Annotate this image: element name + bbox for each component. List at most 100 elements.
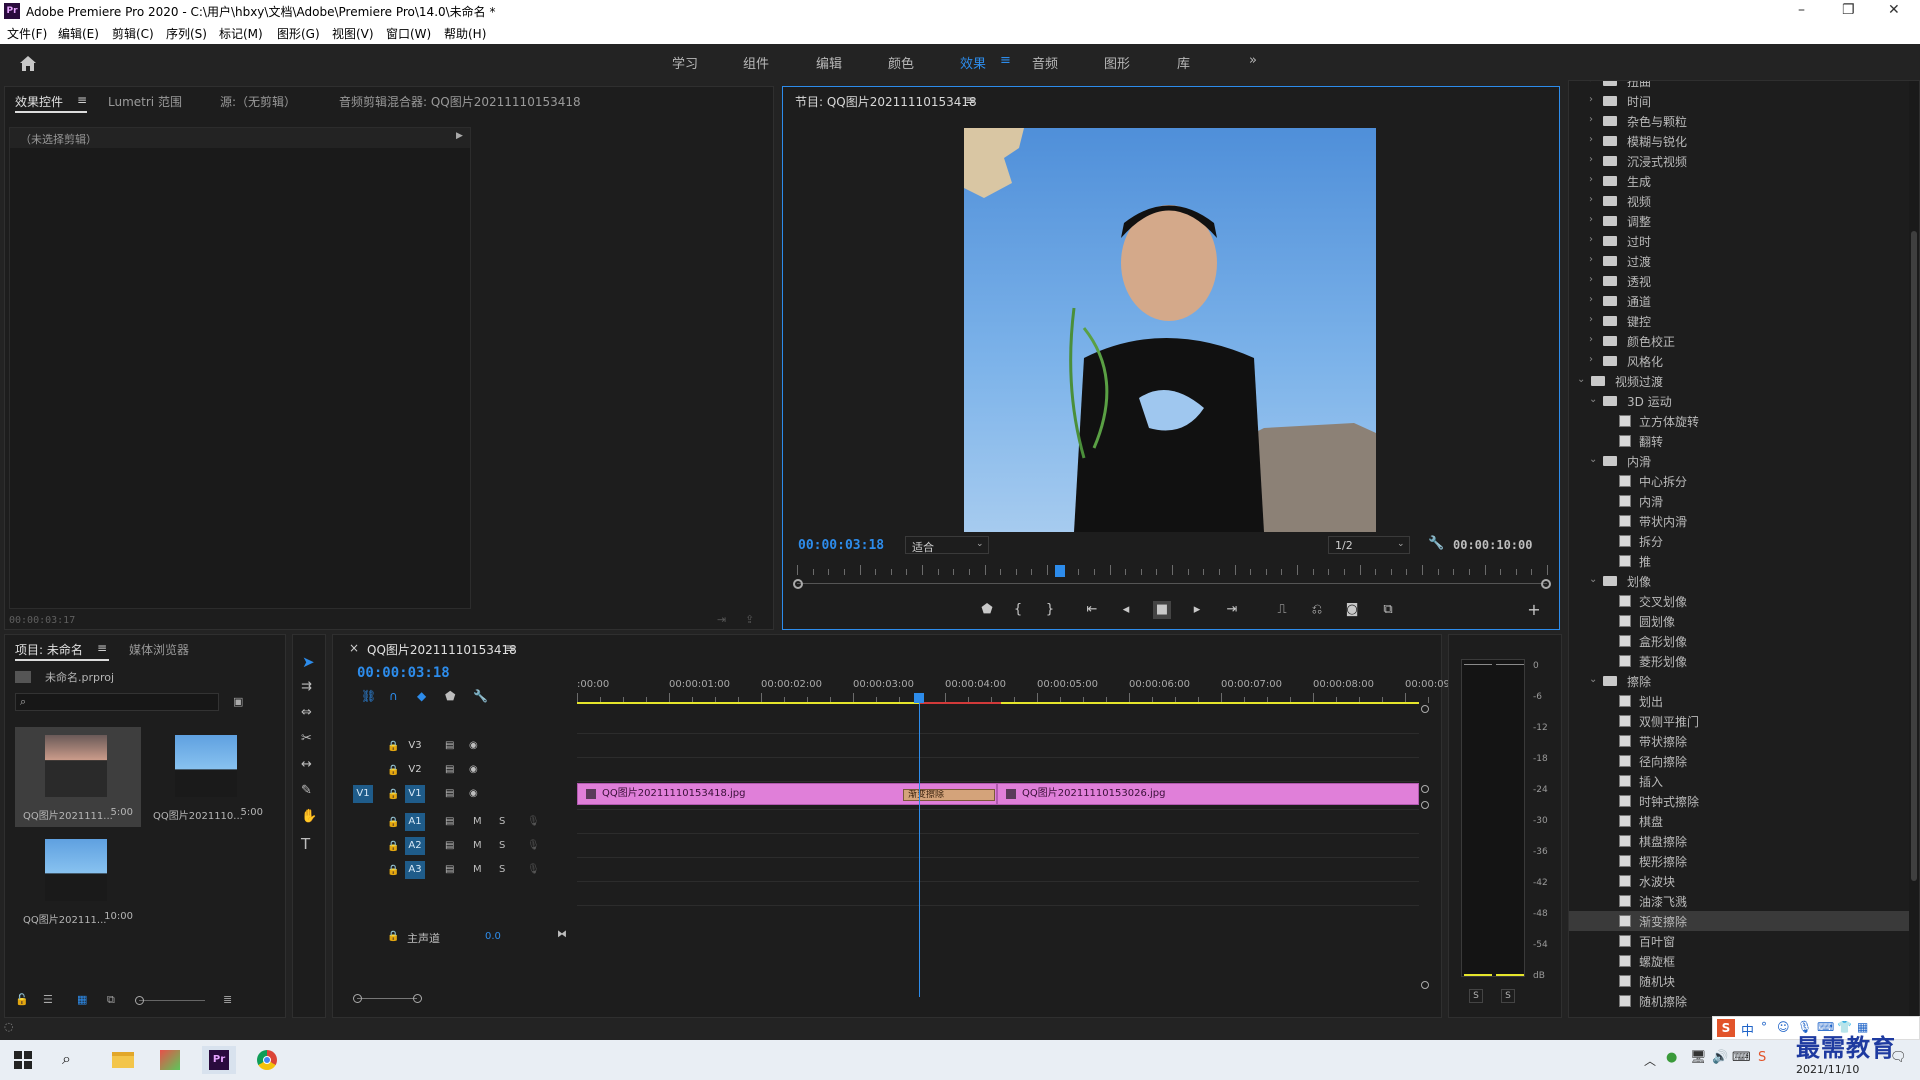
- effects-folder[interactable]: › 颜色校正: [1569, 331, 1909, 351]
- chevron-down-icon[interactable]: ⌄: [1577, 374, 1585, 385]
- effect-item[interactable]: 划出: [1569, 691, 1909, 711]
- effects-folder[interactable]: › 扭曲: [1569, 81, 1909, 91]
- maximize-button[interactable]: ❐: [1842, 2, 1855, 18]
- effect-item[interactable]: 交叉划像: [1569, 591, 1909, 611]
- sequence-menu-icon[interactable]: ≡: [505, 641, 515, 655]
- selection-tool-icon[interactable]: ➤: [302, 653, 315, 671]
- timeline-settings-wrench-icon[interactable]: 🔧: [473, 689, 488, 703]
- menu-clip[interactable]: 剪辑(C): [112, 25, 154, 42]
- effect-item[interactable]: 立方体旋转: [1569, 411, 1909, 431]
- emoji-icon[interactable]: ☺: [1777, 1020, 1790, 1034]
- fit-dropdown[interactable]: 适合 ⌄: [905, 536, 989, 554]
- chevron-right-icon[interactable]: ›: [1589, 254, 1593, 265]
- hand-tool-icon[interactable]: ✋: [301, 809, 317, 824]
- time-ruler[interactable]: :00:00 00:00:01:00 00:00:02:00 00:00:03:00 0…: [577, 675, 1475, 703]
- tab-lumetri-scopes[interactable]: Lumetri 范围: [108, 93, 182, 110]
- mute-button[interactable]: M: [473, 840, 482, 851]
- home-icon[interactable]: [18, 54, 38, 72]
- tray-app-icon[interactable]: ●: [1666, 1050, 1677, 1065]
- eye-icon[interactable]: ◉: [469, 788, 478, 799]
- mute-button[interactable]: M: [473, 864, 482, 875]
- workspace-tab-color[interactable]: 颜色: [888, 53, 914, 72]
- microphone-icon[interactable]: 🎙: [527, 840, 540, 851]
- microphone-icon[interactable]: 🎙: [527, 816, 540, 827]
- track-label-v1[interactable]: V1: [405, 785, 425, 803]
- minimize-button[interactable]: –: [1798, 2, 1805, 18]
- workspace-menu-icon[interactable]: ≡: [1000, 53, 1011, 68]
- search-icon[interactable]: ⌕: [62, 1049, 71, 1069]
- effect-item[interactable]: 随机块: [1569, 971, 1909, 991]
- close-button[interactable]: ✕: [1888, 2, 1900, 18]
- horizontal-zoom-bar[interactable]: [357, 998, 417, 999]
- sync-lock-icon[interactable]: ▤: [445, 816, 454, 827]
- zoom-slider[interactable]: [139, 1000, 205, 1001]
- workspace-tab-learn[interactable]: 学习: [672, 53, 698, 72]
- menu-help[interactable]: 帮助(H): [444, 25, 486, 42]
- master-volume-value[interactable]: 0.0: [485, 931, 501, 942]
- chevron-right-icon[interactable]: ›: [1589, 334, 1593, 345]
- audio-scroll-handle[interactable]: [1421, 801, 1429, 809]
- in-handle[interactable]: [793, 579, 803, 589]
- expand-arrow-icon[interactable]: ▶: [456, 131, 463, 141]
- sync-lock-icon[interactable]: ▤: [445, 840, 454, 851]
- network-icon[interactable]: 🖥: [1690, 1050, 1707, 1065]
- program-playhead[interactable]: [1054, 565, 1065, 577]
- effects-folder[interactable]: › 视频: [1569, 191, 1909, 211]
- effect-item[interactable]: 径向擦除: [1569, 751, 1909, 771]
- program-menu-icon[interactable]: ≡: [965, 93, 975, 107]
- ripple-edit-tool-icon[interactable]: ⇔: [301, 705, 312, 720]
- sequence-tab[interactable]: QQ图片20211110153418: [367, 641, 517, 658]
- effect-item[interactable]: 圆划像: [1569, 611, 1909, 631]
- chevron-right-icon[interactable]: ›: [1589, 274, 1593, 285]
- effects-folder[interactable]: ⌄ 3D 运动: [1569, 391, 1909, 411]
- lock-icon[interactable]: 🔒: [387, 741, 399, 752]
- timeline-playhead-line[interactable]: [919, 697, 921, 997]
- lock-icon[interactable]: 🔒: [387, 817, 399, 828]
- mark-out-icon[interactable]: }: [1041, 601, 1059, 619]
- menu-window[interactable]: 窗口(W): [386, 25, 431, 42]
- effect-item[interactable]: 内滑: [1569, 491, 1909, 511]
- effect-item[interactable]: 菱形划像: [1569, 651, 1909, 671]
- timeline-clip[interactable]: QQ图片20211110153026.jpg: [997, 783, 1419, 805]
- sync-lock-icon[interactable]: ▤: [445, 788, 454, 799]
- effect-item[interactable]: 百叶窗: [1569, 931, 1909, 951]
- chevron-down-icon[interactable]: ⌄: [1589, 674, 1597, 685]
- eye-icon[interactable]: ◉: [469, 740, 478, 751]
- effects-folder[interactable]: › 键控: [1569, 311, 1909, 331]
- sync-lock-icon[interactable]: ▤: [445, 764, 454, 775]
- go-to-out-icon[interactable]: ⇥: [1223, 601, 1241, 619]
- ime-language-label[interactable]: 中: [1741, 1020, 1754, 1039]
- tab-media-browser[interactable]: 媒体浏览器: [129, 641, 189, 658]
- effect-item[interactable]: 双侧平推门: [1569, 711, 1909, 731]
- wrench-icon[interactable]: 🔧: [1428, 536, 1444, 551]
- effect-item[interactable]: 渐变擦除: [1569, 911, 1909, 931]
- extract-icon[interactable]: ⎌: [1308, 601, 1326, 619]
- effects-folder[interactable]: › 风格化: [1569, 351, 1909, 371]
- lock-icon[interactable]: 🔓: [15, 993, 29, 1006]
- ime-mode-icon[interactable]: ⌨: [1732, 1050, 1751, 1065]
- transition-clip[interactable]: 渐变擦除: [903, 789, 995, 801]
- chevron-right-icon[interactable]: ›: [1589, 354, 1593, 365]
- effect-item[interactable]: 推: [1569, 551, 1909, 571]
- chevron-right-icon[interactable]: ›: [1589, 154, 1593, 165]
- chevron-right-icon[interactable]: ›: [1589, 314, 1593, 325]
- program-scrubber-track[interactable]: [797, 583, 1547, 584]
- workspace-tab-graphics[interactable]: 图形: [1104, 53, 1130, 72]
- effect-item[interactable]: 水波块: [1569, 871, 1909, 891]
- track-label-v2[interactable]: V2: [405, 761, 425, 779]
- effects-folder[interactable]: › 调整: [1569, 211, 1909, 231]
- track-label-a2[interactable]: A2: [405, 837, 425, 855]
- chevron-right-icon[interactable]: ›: [1589, 214, 1593, 225]
- chevron-right-icon[interactable]: ›: [1589, 174, 1593, 185]
- chevron-right-icon[interactable]: ›: [1589, 194, 1593, 205]
- effects-scrollbar-thumb[interactable]: [1911, 231, 1917, 881]
- audio-scroll-handle-bottom[interactable]: [1421, 981, 1429, 989]
- type-tool-icon[interactable]: T: [301, 835, 310, 853]
- workspace-tab-libraries[interactable]: 库: [1177, 53, 1190, 72]
- punctuation-icon[interactable]: °: [1761, 1020, 1767, 1034]
- track-label-a1[interactable]: A1: [405, 813, 425, 831]
- lock-icon[interactable]: 🔒: [387, 865, 399, 876]
- list-view-icon[interactable]: ☰: [43, 993, 53, 1006]
- effects-folder[interactable]: › 过时: [1569, 231, 1909, 251]
- chevron-down-icon[interactable]: ⌄: [1589, 454, 1597, 465]
